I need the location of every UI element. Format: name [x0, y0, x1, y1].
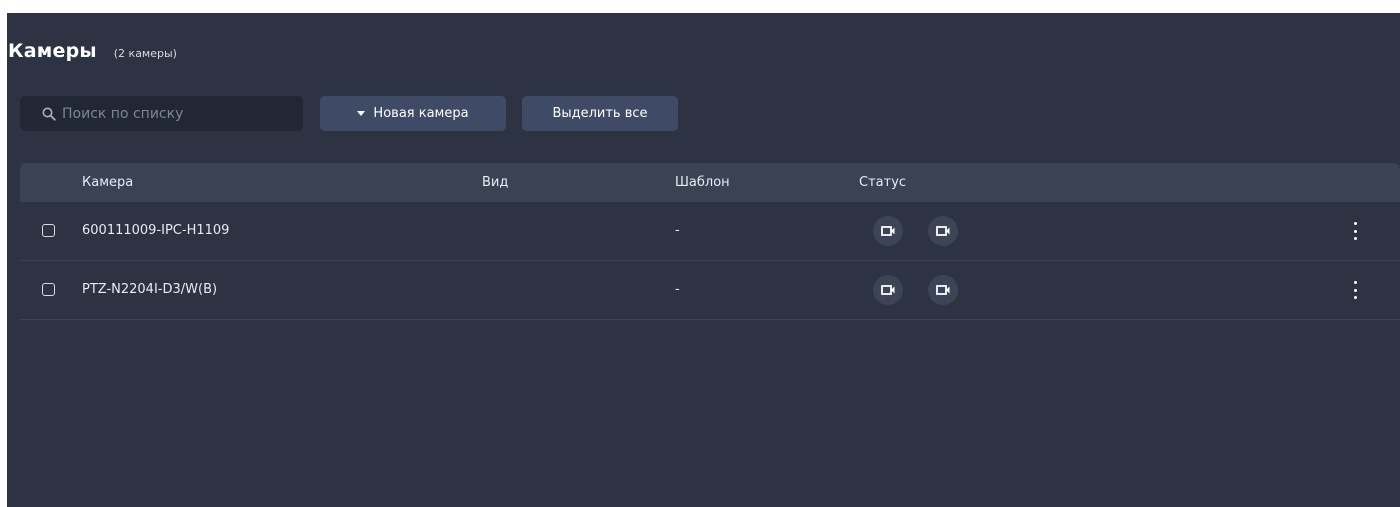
table-header: Камера Вид Шаблон Статус [20, 163, 1400, 202]
camera-name: 600111009-IPC-H1109 [82, 223, 230, 238]
search-icon [42, 107, 56, 121]
camera-icon[interactable] [873, 216, 903, 246]
camera-icon[interactable] [873, 275, 903, 305]
table-row[interactable]: PTZ-N2204I-D3/W(B) - [20, 261, 1400, 320]
column-header-template[interactable]: Шаблон [675, 163, 730, 202]
status-icons [873, 216, 958, 246]
column-header-view[interactable]: Вид [482, 163, 508, 202]
select-all-label: Выделить все [552, 106, 648, 121]
row-checkbox[interactable] [42, 283, 55, 296]
caret-down-icon [357, 111, 366, 116]
camera-name: PTZ-N2204I-D3/W(B) [82, 282, 218, 297]
more-options-icon[interactable] [1345, 281, 1365, 299]
new-camera-button[interactable]: Новая камера [320, 96, 506, 131]
camera-template: - [675, 282, 680, 297]
column-header-status[interactable]: Статус [859, 163, 906, 202]
select-all-button[interactable]: Выделить все [522, 96, 678, 131]
cameras-panel: Камеры (2 камеры) Новая камера Выделить … [7, 13, 1400, 507]
camera-icon[interactable] [928, 275, 958, 305]
camera-icon[interactable] [928, 216, 958, 246]
more-options-icon[interactable] [1345, 222, 1365, 240]
camera-count: (2 камеры) [113, 47, 177, 60]
table-row[interactable]: 600111009-IPC-H1109 - [20, 202, 1400, 261]
search-box[interactable] [20, 96, 303, 131]
column-header-camera[interactable]: Камера [82, 163, 133, 202]
search-input[interactable] [62, 105, 282, 122]
new-camera-label: Новая камера [373, 106, 469, 121]
page-title: Камеры [8, 40, 97, 62]
page-header: Камеры (2 камеры) [8, 40, 177, 62]
row-checkbox[interactable] [42, 224, 55, 237]
cameras-table: Камера Вид Шаблон Статус 600111009-IPC-H… [20, 163, 1400, 320]
status-icons [873, 275, 958, 305]
camera-template: - [675, 223, 680, 238]
